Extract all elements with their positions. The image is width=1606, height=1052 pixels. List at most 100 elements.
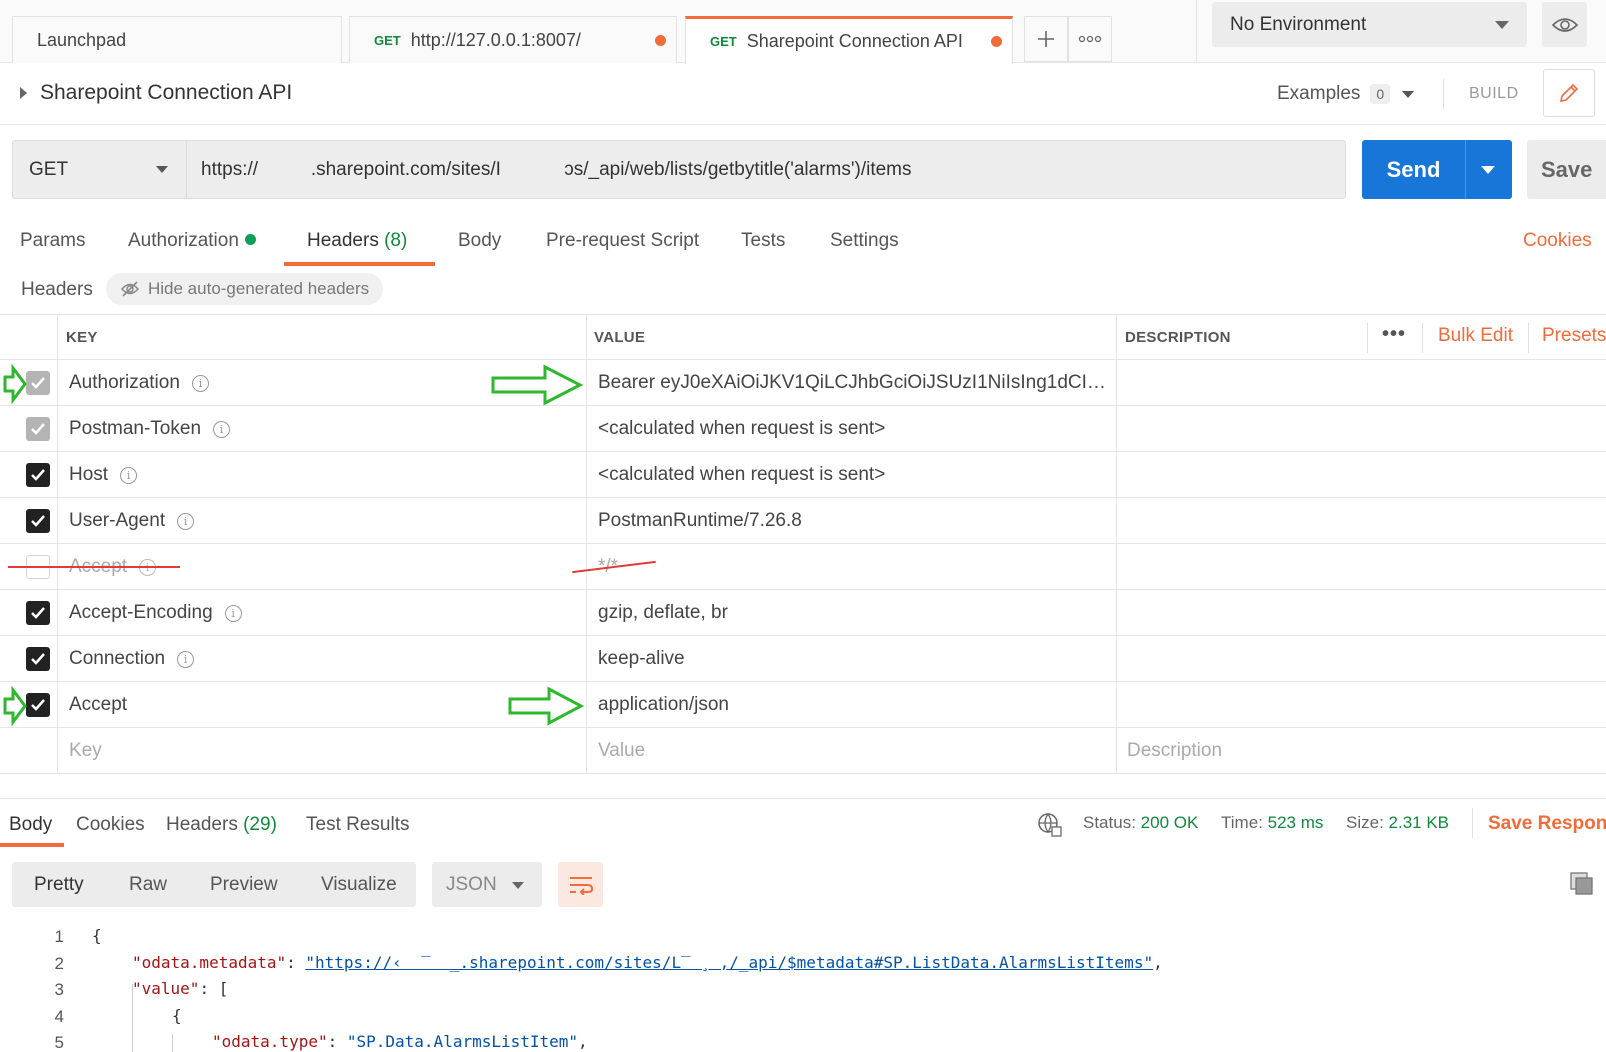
examples-dropdown[interactable]: Examples 0 (1277, 83, 1415, 105)
bulk-edit-link[interactable]: Bulk Edit (1438, 325, 1513, 347)
header-value[interactable]: gzip, deflate, br (598, 602, 1108, 624)
code-line: { (172, 1006, 182, 1025)
environment-quick-look-button[interactable] (1542, 2, 1587, 47)
environment-select[interactable]: No Environment (1212, 2, 1527, 47)
tab-method: GET (374, 32, 401, 48)
json-key: "odata.type" (212, 1032, 328, 1051)
info-icon[interactable]: i (177, 650, 195, 668)
checkmark-icon (31, 699, 45, 711)
save-button[interactable]: Save (1527, 140, 1606, 199)
table-row: User-Agent i PostmanRuntime/7.26.8 (0, 498, 1606, 544)
header-key[interactable]: Accept-Encoding i (69, 602, 242, 624)
presets-link[interactable]: Presets (1542, 325, 1606, 347)
response-format-select[interactable]: JSON (432, 862, 542, 907)
tab-label: Sharepoint Connection API (746, 31, 963, 51)
tab-launchpad[interactable]: Launchpad (12, 16, 342, 63)
row-checkbox[interactable] (26, 601, 50, 625)
send-options-chevron-icon[interactable] (1481, 165, 1495, 174)
checkmark-icon (31, 377, 45, 389)
info-icon[interactable]: i (224, 604, 242, 622)
tab-label: Pre-request Script (546, 230, 700, 251)
row-checkbox[interactable] (26, 693, 50, 717)
request-title[interactable]: Sharepoint Connection API (40, 81, 292, 105)
response-tab-headers[interactable]: Headers (29) (166, 814, 277, 836)
checkmark-icon (31, 423, 45, 435)
chevron-down-icon (1495, 21, 1509, 29)
expand-triangle-icon[interactable] (20, 87, 27, 99)
header-key[interactable]: Host i (69, 464, 138, 486)
wrap-lines-button[interactable] (558, 862, 603, 907)
json-url-value[interactable]: "https://‹ ‾ _.sharepoint.com/sites/L‾ ¸… (305, 953, 1153, 972)
tab-authorization[interactable]: Authorization (128, 230, 256, 252)
info-icon[interactable]: i (177, 512, 195, 530)
status-value: 200 OK (1140, 813, 1199, 832)
header-value[interactable]: <calculated when request is sent> (598, 418, 1108, 440)
row-checkbox[interactable] (26, 647, 50, 671)
tab-body[interactable]: Body (458, 230, 501, 252)
header-value[interactable]: application/json (598, 694, 1108, 716)
view-pretty[interactable]: Pretty (34, 874, 84, 896)
active-tab-indicator (284, 262, 435, 266)
new-value-input[interactable]: Value (598, 740, 1108, 762)
tab-params[interactable]: Params (20, 230, 85, 252)
send-button[interactable]: Send (1362, 140, 1512, 199)
tab-headers[interactable]: Headers (8) (307, 230, 407, 252)
response-tab-body[interactable]: Body (9, 814, 52, 836)
format-value: JSON (446, 874, 497, 895)
cookies-link[interactable]: Cookies (1523, 230, 1592, 252)
tab-sharepoint-request[interactable]: GET Sharepoint Connection API (685, 16, 1013, 64)
tab-pre-request-script[interactable]: Pre-request Script (546, 230, 699, 252)
edit-button[interactable] (1543, 69, 1595, 117)
tab-label: Launchpad (37, 29, 127, 50)
hide-auto-generated-headers-button[interactable]: Hide auto-generated headers (106, 273, 384, 305)
unsaved-dot-icon (991, 36, 1002, 47)
info-icon[interactable]: i (213, 420, 231, 438)
tab-settings[interactable]: Settings (830, 230, 899, 252)
hide-button-label: Hide auto-generated headers (148, 279, 370, 298)
new-key-input[interactable]: Key (69, 740, 102, 762)
new-tab-button[interactable] (1024, 16, 1068, 62)
view-raw[interactable]: Raw (129, 874, 167, 896)
table-options-ellipsis-icon[interactable]: ••• (1382, 323, 1406, 346)
checkmark-icon (31, 653, 45, 665)
save-response-button[interactable]: Save Respons (1488, 813, 1606, 835)
row-checkbox[interactable] (26, 463, 50, 487)
header-key[interactable]: Authorization i (69, 372, 209, 394)
status-dot-icon (244, 234, 256, 245)
url-input[interactable]: https:// .sharepoint.com/sites/I ɔs/_api… (186, 140, 1346, 199)
request-title-row: Sharepoint Connection API Examples 0 BUI… (0, 63, 1606, 125)
header-key[interactable]: Postman-Token i (69, 418, 231, 440)
strikethrough-annotation (8, 566, 180, 568)
copy-icon[interactable] (1570, 872, 1594, 896)
row-checkbox[interactable] (26, 417, 50, 441)
header-key[interactable]: Connection i (69, 648, 195, 670)
header-value[interactable]: */* (598, 556, 1108, 578)
header-value[interactable]: PostmanRuntime/7.26.8 (598, 510, 1108, 532)
more-tabs-button[interactable] (1068, 16, 1112, 62)
new-description-input[interactable]: Description (1127, 740, 1427, 762)
tab-method: GET (710, 34, 737, 49)
size-info: Size: 2.31 KB (1346, 813, 1449, 833)
tab-tests[interactable]: Tests (741, 230, 785, 252)
header-key[interactable]: User-Agent i (69, 510, 195, 532)
method-select[interactable]: GET (12, 140, 186, 199)
response-tab-cookies[interactable]: Cookies (76, 814, 145, 836)
view-visualize[interactable]: Visualize (321, 874, 397, 896)
globe-network-icon[interactable] (1037, 812, 1063, 838)
tab-localhost-request[interactable]: GET http://127.0.0.1:8007/ (349, 16, 677, 63)
send-label: Send (1386, 156, 1441, 182)
line-number: 1 (54, 927, 64, 946)
eye-off-icon (120, 281, 140, 297)
info-icon[interactable]: i (120, 466, 138, 484)
build-mode-label[interactable]: BUILD (1469, 85, 1519, 103)
header-value[interactable]: <calculated when request is sent> (598, 464, 1108, 486)
row-checkbox[interactable] (26, 371, 50, 395)
response-tab-test-results[interactable]: Test Results (306, 814, 409, 836)
environment-selected: No Environment (1230, 13, 1367, 35)
info-icon[interactable]: i (191, 374, 209, 392)
header-value[interactable]: Bearer eyJ0eXAiOiJKV1QiLCJhbGciOiJSUzI1N… (598, 372, 1108, 394)
view-preview[interactable]: Preview (210, 874, 278, 896)
header-key[interactable]: Accept (69, 694, 127, 716)
header-value[interactable]: keep-alive (598, 648, 1108, 670)
row-checkbox[interactable] (26, 509, 50, 533)
